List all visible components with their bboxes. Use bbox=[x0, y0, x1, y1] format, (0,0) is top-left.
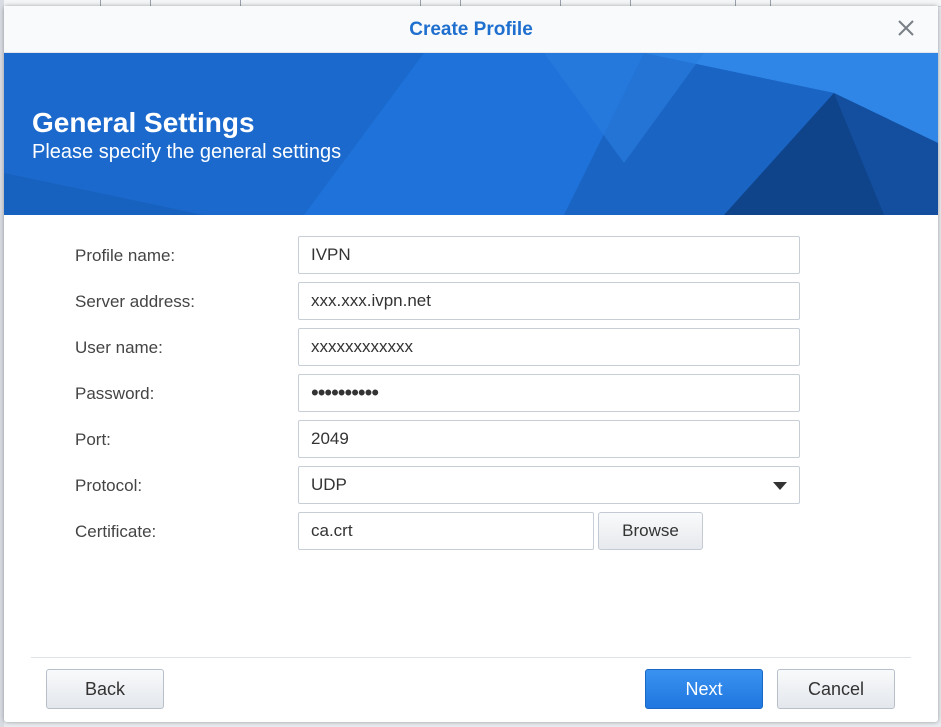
protocol-row: Protocol: UDP bbox=[4, 466, 938, 506]
create-profile-dialog: Create Profile General Settings Please s… bbox=[4, 6, 938, 722]
certificate-input[interactable]: ca.crt bbox=[298, 512, 594, 550]
protocol-select-value: UDP bbox=[311, 475, 347, 494]
cancel-button[interactable]: Cancel bbox=[777, 669, 895, 709]
certificate-row: Certificate: ca.crt Browse bbox=[4, 512, 938, 552]
port-label: Port: bbox=[75, 430, 111, 449]
port-row: Port: 2049 bbox=[4, 420, 938, 460]
dialog-titlebar: Create Profile bbox=[4, 6, 938, 53]
profile-name-row: Profile name: IVPN bbox=[4, 236, 938, 276]
port-input[interactable]: 2049 bbox=[298, 420, 800, 458]
protocol-label: Protocol: bbox=[75, 476, 143, 495]
banner-subtitle: Please specify the general settings bbox=[32, 141, 342, 163]
user-name-input[interactable]: xxxxxxxxxxxx bbox=[298, 328, 800, 366]
server-address-label: Server address: bbox=[75, 292, 195, 311]
footer-divider bbox=[31, 657, 911, 658]
password-input[interactable]: •••••••••• bbox=[298, 374, 800, 412]
password-row: Password: •••••••••• bbox=[4, 374, 938, 414]
profile-name-label: Profile name: bbox=[75, 246, 176, 265]
wizard-banner: General Settings Please specify the gene… bbox=[4, 53, 938, 215]
user-name-row: User name: xxxxxxxxxxxx bbox=[4, 328, 938, 368]
banner-title: General Settings bbox=[32, 107, 255, 138]
server-address-input[interactable]: xxx.xxx.ivpn.net bbox=[298, 282, 800, 320]
dialog-title: Create Profile bbox=[409, 19, 533, 40]
browse-button[interactable]: Browse bbox=[598, 512, 703, 550]
server-address-row: Server address: xxx.xxx.ivpn.net bbox=[4, 282, 938, 322]
next-button[interactable]: Next bbox=[645, 669, 763, 709]
password-label: Password: bbox=[75, 384, 155, 403]
user-name-label: User name: bbox=[75, 338, 163, 357]
chevron-down-icon[interactable] bbox=[773, 482, 787, 490]
close-icon[interactable] bbox=[892, 14, 920, 42]
profile-name-input[interactable]: IVPN bbox=[298, 236, 800, 274]
certificate-label: Certificate: bbox=[75, 522, 157, 541]
back-button[interactable]: Back bbox=[46, 669, 164, 709]
protocol-select[interactable]: UDP bbox=[298, 466, 800, 504]
